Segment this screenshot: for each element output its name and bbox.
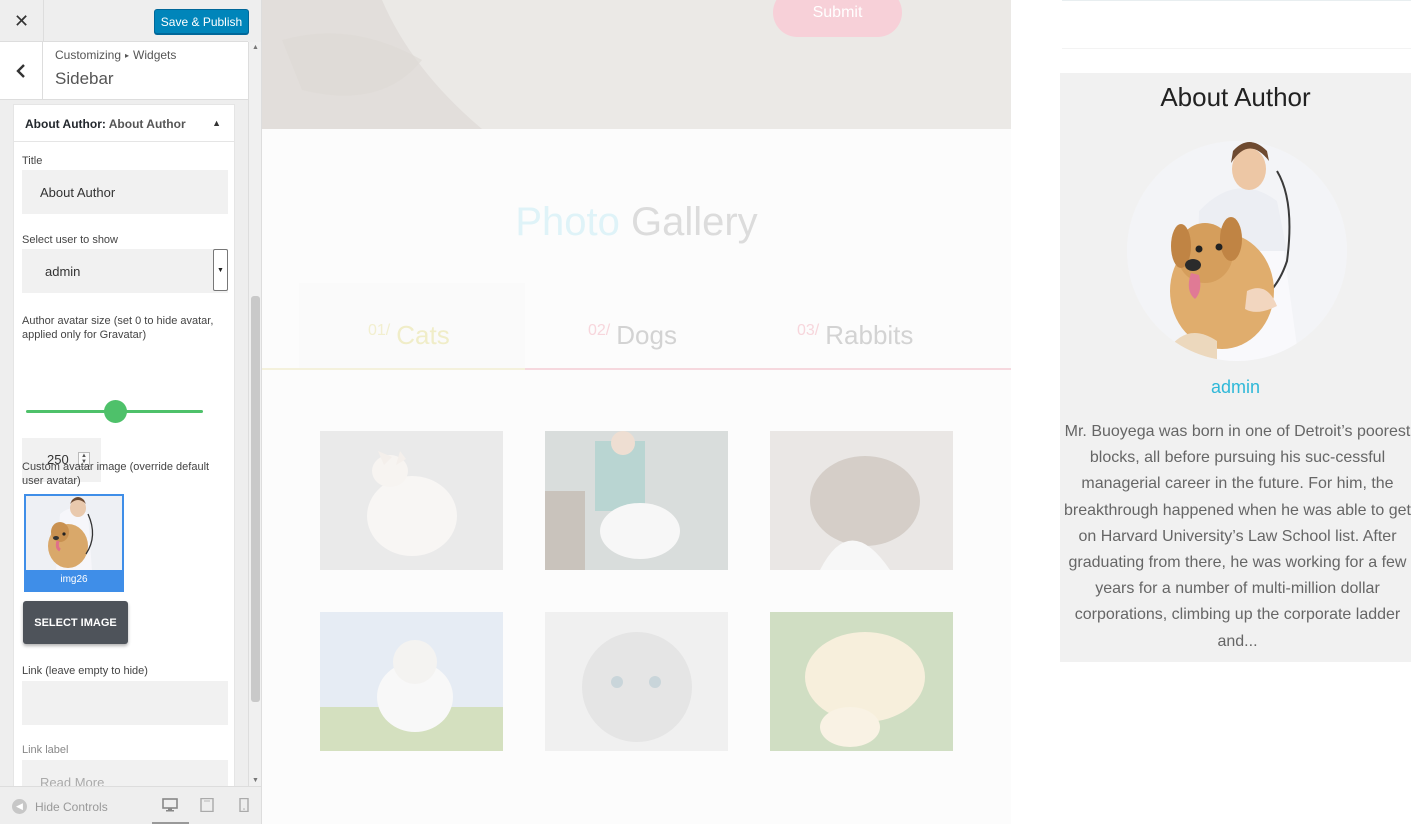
site-preview: Submit Photo Gallery 01/Cats 02/Dogs 03/… (262, 0, 1411, 824)
gallery-image-kitten[interactable] (770, 431, 953, 570)
widget-instance-title: About Author (108, 117, 186, 131)
tab-number: 02/ (588, 322, 611, 339)
widget-type-name: About Author: (25, 117, 106, 131)
mobile-preview-icon[interactable] (236, 798, 252, 812)
user-select-value: admin (45, 263, 81, 279)
link-label: Link (leave empty to hide) (22, 665, 148, 677)
customizer-footer: ◀ Hide Controls (0, 786, 261, 824)
avatar-size-slider[interactable] (26, 400, 203, 423)
widget-header[interactable]: About Author: About Author ▲ (13, 104, 235, 142)
scroll-up-icon[interactable]: ▲ (252, 44, 259, 51)
tab-rabbits[interactable]: 03/Rabbits (797, 320, 913, 351)
about-author-title: About Author (1160, 82, 1311, 112)
custom-avatar-thumbnail[interactable]: img26 (24, 494, 124, 592)
breadcrumb: Customizing ▸ Widgets (55, 48, 176, 62)
breadcrumb-separator-icon: ▸ (125, 51, 130, 60)
desktop-preview-icon[interactable] (162, 798, 178, 812)
back-button[interactable] (0, 42, 43, 100)
gallery-image-golden-dogs[interactable] (770, 612, 953, 751)
sidebar-divider (1062, 48, 1411, 49)
breadcrumb-customizing: Customizing (55, 48, 122, 62)
gallery-title-main: Gallery (630, 200, 758, 244)
dropdown-arrow-icon[interactable]: ▼ (213, 249, 228, 291)
user-select-label: Select user to show (22, 234, 118, 246)
hide-controls-button[interactable]: ◀ Hide Controls (12, 799, 108, 814)
gallery-title-accent: Photo (515, 200, 620, 244)
avatar-thumbnail-image (26, 496, 122, 571)
close-customizer-button[interactable]: ✕ (0, 0, 44, 42)
link-text-label: Link label (22, 744, 69, 756)
collapse-circle-icon: ◀ (12, 799, 27, 814)
collapse-arrow-icon[interactable]: ▲ (212, 118, 221, 128)
sidebar-divider (1062, 0, 1411, 1)
tab-number: 01/ (368, 322, 391, 339)
gallery-image-persian-kitten[interactable] (545, 612, 728, 751)
scroll-down-icon[interactable]: ▼ (252, 777, 259, 784)
user-select[interactable]: admin ▼ (22, 249, 228, 293)
controls-scroll-area: About Author: About Author ▲ Title About… (0, 100, 248, 786)
hide-controls-label: Hide Controls (35, 799, 108, 814)
tab-number: 03/ (797, 322, 820, 339)
avatar-thumbnail-caption: img26 (26, 570, 122, 590)
chevron-left-icon (16, 64, 25, 78)
section-title-bar: Customizing ▸ Widgets Sidebar (0, 42, 248, 100)
select-image-button[interactable]: SELECT IMAGE (23, 601, 128, 644)
section-title: Sidebar (55, 69, 114, 88)
active-tab-underline (262, 368, 525, 370)
slider-handle[interactable] (103, 400, 127, 423)
gallery-title: Photo Gallery (262, 200, 1011, 245)
scrollbar-thumb[interactable] (251, 296, 260, 702)
author-bio: Mr. Buoyega was born in one of Detroit’s… (1064, 423, 1411, 650)
about-author-widget: About Author admin Mr. Buoyega was born … (1060, 73, 1411, 662)
avatar-size-label: Author avatar size (set 0 to hide avatar… (22, 315, 214, 341)
title-input[interactable]: About Author (22, 170, 228, 214)
author-name-link[interactable]: admin (1060, 377, 1411, 398)
tab-label: Dogs (616, 320, 677, 350)
close-icon: ✕ (13, 10, 30, 31)
tab-cats[interactable]: 01/Cats (368, 320, 450, 351)
customizer-panel: ✕ Save & Publish Customizing ▸ Widgets Sid… (0, 0, 262, 824)
author-avatar (1127, 141, 1347, 361)
submit-button[interactable]: Submit (773, 0, 902, 37)
widget-form: Title About Author Select user to show a… (13, 142, 235, 786)
hero-section: Submit (262, 0, 1011, 129)
tab-label: Rabbits (825, 320, 914, 350)
gallery-image-vet-dog[interactable] (545, 431, 728, 570)
title-field-label: Title (22, 155, 43, 167)
tab-dogs[interactable]: 02/Dogs (588, 320, 677, 351)
custom-avatar-label: Custom avatar image (override default us… (22, 461, 210, 487)
gallery-image-sphynx-cat[interactable] (320, 431, 503, 570)
customizer-header: ✕ Save & Publish (0, 0, 249, 42)
breadcrumb-widgets: Widgets (133, 48, 177, 62)
link-text-input[interactable]: Read More (22, 760, 228, 786)
panel-scrollbar[interactable]: ▲ ▼ (248, 42, 261, 786)
save-publish-button[interactable]: Save & Publish (154, 9, 249, 34)
widget-header-label: About Author: About Author (25, 117, 186, 131)
tablet-preview-icon[interactable] (199, 798, 215, 812)
link-input[interactable] (22, 681, 228, 725)
gallery-image-husky-puppy[interactable] (320, 612, 503, 751)
tab-label: Cats (396, 320, 450, 350)
